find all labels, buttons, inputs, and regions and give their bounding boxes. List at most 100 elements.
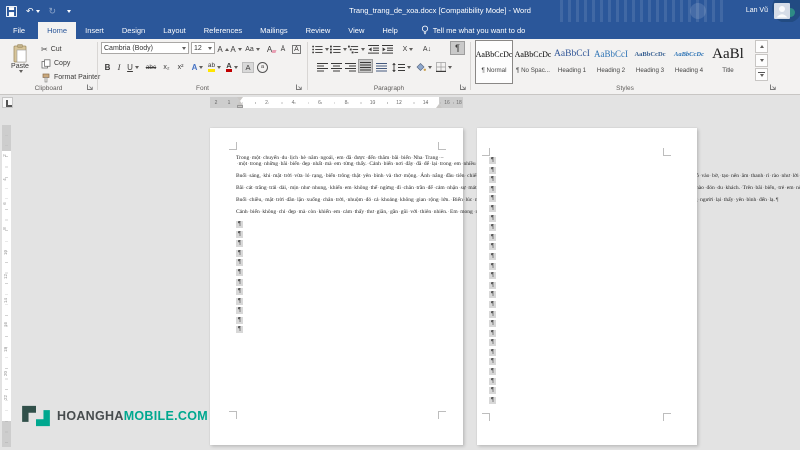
shading-button[interactable] <box>414 60 432 74</box>
style-title[interactable]: AaBlTitle <box>709 40 747 84</box>
customize-qat-button[interactable] <box>65 10 71 13</box>
empty-paragraph-mark[interactable]: ¶ <box>489 167 496 174</box>
styles-scroll-down-button[interactable] <box>755 54 768 67</box>
phonetic-guide-button[interactable]: Ä <box>277 42 289 56</box>
redo-button[interactable]: ↻ <box>49 6 57 17</box>
paste-button[interactable]: Paste <box>3 42 37 91</box>
styles-dialog-launcher[interactable] <box>769 83 777 91</box>
subscript-button[interactable]: x₂ <box>160 60 173 74</box>
empty-paragraph-mark[interactable]: ¶ <box>489 368 496 375</box>
empty-paragraph-mark[interactable]: ¶ <box>236 231 243 238</box>
empty-paragraph-mark[interactable]: ¶ <box>236 221 243 228</box>
clear-formatting-button[interactable]: A <box>263 42 276 56</box>
superscript-button[interactable]: x² <box>174 60 187 74</box>
numbering-button[interactable] <box>330 42 347 56</box>
empty-paragraph-mark[interactable]: ¶ <box>489 397 496 404</box>
save-button[interactable] <box>6 6 17 17</box>
empty-paragraph-mark[interactable]: ¶ <box>489 215 496 222</box>
style-heading-4[interactable]: AaBbCcDcHeading 4 <box>670 40 708 84</box>
empty-paragraph-mark[interactable]: ¶ <box>489 157 496 164</box>
cut-button[interactable]: ✂Cut <box>41 43 62 56</box>
style-heading-2[interactable]: AaBbCcIHeading 2 <box>592 40 630 84</box>
style-heading-1[interactable]: AaBbCcIHeading 1 <box>553 40 591 84</box>
empty-paragraph-mark[interactable]: ¶ <box>236 259 243 266</box>
empty-paragraph-mark[interactable]: ¶ <box>236 307 243 314</box>
empty-paragraph-mark[interactable]: ¶ <box>489 282 496 289</box>
distributed-button[interactable] <box>375 60 388 74</box>
character-border-button[interactable]: A <box>290 42 303 56</box>
undo-button[interactable]: ↶ <box>26 6 40 17</box>
empty-paragraph-mark[interactable]: ¶ <box>489 339 496 346</box>
style-heading-3[interactable]: AaBbCcDcHeading 3 <box>631 40 669 84</box>
empty-paragraph-mark[interactable]: ¶ <box>489 320 496 327</box>
empty-paragraph-mark[interactable]: ¶ <box>489 301 496 308</box>
show-hide-formatting-button[interactable]: ¶ <box>450 41 465 55</box>
copy-button[interactable]: Copy <box>41 57 70 70</box>
tab-view[interactable]: View <box>339 22 373 39</box>
styles-scroll-up-button[interactable] <box>755 40 768 53</box>
tab-insert[interactable]: Insert <box>76 22 113 39</box>
page1-text[interactable]: Trong·một·chuyến·du·lịch·hè·năm·ngoái,·e… <box>236 155 439 336</box>
sort-button[interactable]: A↓ <box>420 42 434 56</box>
shrink-font-button[interactable]: A <box>230 42 242 56</box>
style-normal[interactable]: AaBbCcDc¶ Normal <box>475 40 513 84</box>
font-size-dropdown-arrow[interactable] <box>208 47 212 50</box>
tab-home[interactable]: Home <box>38 22 76 39</box>
enclose-characters-button[interactable]: a <box>256 60 269 74</box>
empty-paragraph-mark[interactable]: ¶ <box>236 317 243 324</box>
empty-paragraph-mark[interactable]: ¶ <box>489 253 496 260</box>
font-family-dropdown-arrow[interactable] <box>182 47 186 50</box>
paragraph-dialog-launcher[interactable] <box>459 83 467 91</box>
empty-paragraph-mark[interactable]: ¶ <box>489 234 496 241</box>
tab-review[interactable]: Review <box>297 22 340 39</box>
empty-paragraph-mark[interactable]: ¶ <box>489 330 496 337</box>
style-no-spac[interactable]: AaBbCcDc¶ No Spac... <box>514 40 552 84</box>
empty-paragraph-mark[interactable]: ¶ <box>489 186 496 193</box>
align-left-button[interactable] <box>316 60 329 74</box>
tell-me-box[interactable]: Tell me what you want to do <box>421 22 526 39</box>
tab-references[interactable]: References <box>195 22 251 39</box>
align-right-button[interactable] <box>344 60 357 74</box>
vertical-ruler[interactable]: 246810121416182022 <box>2 125 11 447</box>
text-effects-button[interactable]: A <box>190 60 205 74</box>
grow-font-button[interactable]: A <box>217 42 229 56</box>
font-size-combo[interactable]: 12 <box>191 42 215 54</box>
empty-paragraph-mark[interactable]: ¶ <box>489 358 496 365</box>
empty-paragraph-mark[interactable]: ¶ <box>489 205 496 212</box>
horizontal-ruler[interactable]: 2124681012141618 <box>210 97 463 108</box>
tab-selector[interactable] <box>2 97 13 108</box>
empty-paragraph-mark[interactable]: ¶ <box>236 240 243 247</box>
paste-dropdown-arrow[interactable] <box>19 70 23 73</box>
empty-paragraph-mark[interactable]: ¶ <box>489 291 496 298</box>
empty-paragraph-mark[interactable]: ¶ <box>489 243 496 250</box>
empty-paragraph-mark[interactable]: ¶ <box>489 378 496 385</box>
font-dialog-launcher[interactable] <box>295 83 303 91</box>
empty-paragraph-mark[interactable]: ¶ <box>236 298 243 305</box>
empty-paragraph-mark[interactable]: ¶ <box>489 224 496 231</box>
paragraph[interactable]: Buổi·sáng,·khi·mặt·trời·vừa·ló·rạng,·biể… <box>236 173 439 179</box>
right-indent-marker[interactable] <box>436 104 442 108</box>
empty-paragraph-mark[interactable]: ¶ <box>489 387 496 394</box>
empty-paragraph-mark[interactable]: ¶ <box>236 250 243 257</box>
left-indent-marker[interactable] <box>237 105 243 108</box>
italic-button[interactable]: I <box>114 60 124 74</box>
empty-paragraph-mark[interactable]: ¶ <box>489 349 496 356</box>
paragraph[interactable]: Bãi·cát·trắng·trải·dài,·mịn·như·nhung,·k… <box>236 185 439 191</box>
paragraph[interactable]: Buổi·chiều,·mặt·trời·dần·lặn·xuống·chân·… <box>236 197 439 203</box>
empty-paragraph-mark[interactable]: ¶ <box>236 288 243 295</box>
tab-help[interactable]: Help <box>373 22 406 39</box>
empty-paragraph-mark[interactable]: ¶ <box>489 311 496 318</box>
empty-paragraph-mark[interactable]: ¶ <box>489 263 496 270</box>
paragraph[interactable]: Cảnh·biển·không·chỉ·đẹp·mà·còn·khiến·em·… <box>236 209 439 215</box>
line-spacing-button[interactable] <box>392 60 411 74</box>
highlight-color-button[interactable]: ab <box>206 60 223 74</box>
undo-dropdown-arrow[interactable] <box>36 10 40 13</box>
document-page-2[interactable]: ¶¶¶¶¶¶¶¶¶¶¶¶¶¶¶¶¶¶¶¶¶¶¶¶¶¶ <box>477 128 697 445</box>
asian-layout-button[interactable]: X <box>400 42 416 56</box>
empty-paragraph-mark[interactable]: ¶ <box>236 326 243 333</box>
underline-button[interactable]: U <box>125 60 141 74</box>
empty-paragraph-mark[interactable]: ¶ <box>489 176 496 183</box>
bullets-button[interactable] <box>312 42 329 56</box>
font-color-button[interactable]: A <box>224 60 240 74</box>
change-case-button[interactable]: Aa <box>244 42 261 56</box>
